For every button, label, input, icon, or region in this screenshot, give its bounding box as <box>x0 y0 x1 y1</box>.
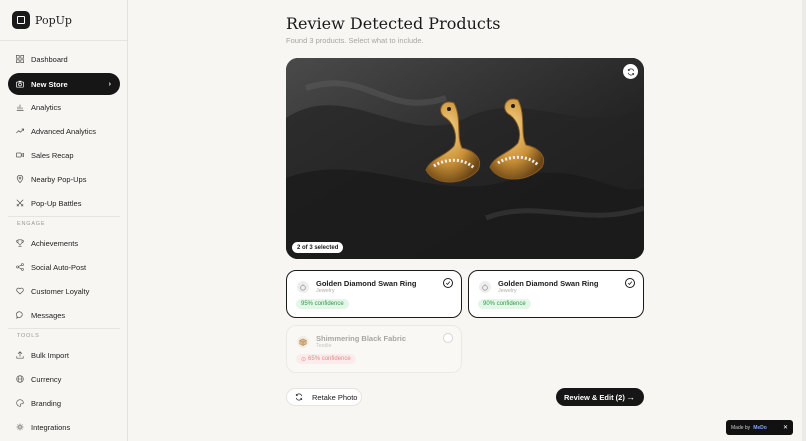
medo-logo: MeDo <box>753 424 767 431</box>
review-label: Review & Edit (2) <box>564 392 625 402</box>
sidebar-item-label: Bulk Import <box>31 350 69 360</box>
close-icon[interactable]: ✕ <box>783 424 788 431</box>
sidebar-item-customer-loyalty[interactable]: Customer Loyalty <box>8 280 120 302</box>
sidebar-item-pop-up-battles[interactable]: Pop-Up Battles <box>8 192 120 214</box>
divider <box>8 328 120 329</box>
sidebar-item-label: Nearby Pop-Ups <box>31 174 87 184</box>
share-icon <box>16 263 24 271</box>
page-title: Review Detected Products <box>286 14 501 33</box>
product-name: Shimmering Black Fabric <box>316 334 407 343</box>
sidebar-item-label: Messages <box>31 310 66 320</box>
scrollbar[interactable] <box>802 0 806 441</box>
sidebar-item-label: Sales Recap <box>31 150 74 160</box>
warning-icon: ⊙ <box>301 356 307 363</box>
trophy-icon <box>16 239 24 247</box>
confidence-text: 65% confidence <box>308 356 351 362</box>
sidebar-item-label: Currency <box>31 374 62 384</box>
made-by-badge[interactable]: Made by MeDo ✕ <box>726 420 793 435</box>
sidebar: PopUp Dashboard New Store › Analytics Ad… <box>0 0 128 441</box>
sidebar-item-bulk-import[interactable]: Bulk Import <box>8 344 120 366</box>
camera-icon <box>16 80 24 88</box>
made-by-text: Made by <box>731 424 751 431</box>
brand[interactable]: PopUp <box>0 0 127 41</box>
store-logo-icon <box>12 11 30 29</box>
product-card[interactable]: Golden Diamond Swan Ring Jewelry 95% con… <box>286 270 462 318</box>
chat-icon <box>16 311 24 319</box>
selected-check-icon[interactable] <box>443 278 453 288</box>
sidebar-item-integrations[interactable]: Integrations <box>8 416 120 438</box>
selected-check-icon[interactable] <box>625 278 635 288</box>
sidebar-item-currency[interactable]: Currency <box>8 368 120 390</box>
sidebar-item-label: Pop-Up Battles <box>31 198 82 208</box>
sidebar-item-messages[interactable]: Messages <box>8 304 120 326</box>
heart-icon <box>16 287 24 295</box>
confidence-badge: 90% confidence <box>478 299 531 309</box>
arrow-right-icon: → <box>626 392 635 402</box>
upload-icon <box>16 351 24 359</box>
chevron-right-icon: › <box>108 80 111 88</box>
box-thumbnail-icon <box>297 336 309 348</box>
plug-icon <box>16 423 24 431</box>
product-card[interactable]: Golden Diamond Swan Ring Jewelry 90% con… <box>468 270 644 318</box>
product-name: Golden Diamond Swan Ring <box>498 279 599 288</box>
palette-icon <box>16 399 24 407</box>
swords-icon <box>16 199 24 207</box>
section-label-tools: TOOLS <box>17 333 40 339</box>
product-category: Textile <box>316 343 332 349</box>
retake-label: Retake Photo <box>312 392 358 402</box>
product-name: Golden Diamond Swan Ring <box>316 279 417 288</box>
map-pin-icon <box>16 175 24 183</box>
section-label-engage: ENGAGE <box>17 221 46 227</box>
refresh-icon <box>627 68 634 75</box>
review-edit-button[interactable]: Review & Edit (2) → <box>556 388 644 406</box>
unselected-checkbox[interactable] <box>443 333 453 343</box>
selection-count-badge: 2 of 3 selected <box>292 242 344 253</box>
divider <box>8 216 120 217</box>
sidebar-item-label: Analytics <box>31 102 62 112</box>
bar-chart-icon <box>16 103 24 111</box>
sidebar-item-advanced-analytics[interactable]: Advanced Analytics <box>8 120 120 142</box>
sidebar-item-analytics[interactable]: Analytics <box>8 96 120 118</box>
refresh-icon <box>295 393 303 401</box>
fabric-and-earrings-image <box>286 58 644 259</box>
sidebar-item-label: Social Auto-Post <box>31 262 87 272</box>
sidebar-item-new-store[interactable]: New Store › <box>8 73 120 95</box>
confidence-badge: 95% confidence <box>296 299 349 309</box>
sidebar-item-label: Achievements <box>31 238 79 248</box>
product-photo <box>286 58 644 259</box>
sidebar-item-achievements[interactable]: Achievements <box>8 232 120 254</box>
sidebar-item-label: Customer Loyalty <box>31 286 90 296</box>
retake-photo-button[interactable]: Retake Photo <box>286 388 362 406</box>
sidebar-item-nearby-pop-ups[interactable]: Nearby Pop-Ups <box>8 168 120 190</box>
trend-icon <box>16 127 24 135</box>
sidebar-item-dashboard[interactable]: Dashboard <box>8 48 120 70</box>
page-subtitle: Found 3 products. Select what to include… <box>286 36 424 45</box>
refresh-photo-button[interactable] <box>623 64 638 79</box>
sidebar-item-label: Integrations <box>31 422 71 432</box>
brand-name: PopUp <box>35 13 72 27</box>
product-card[interactable]: Shimmering Black Fabric Textile ⊙ 65% con… <box>286 325 462 373</box>
ring-thumbnail-icon <box>479 281 491 293</box>
video-icon <box>16 151 24 159</box>
sidebar-item-label: New Store <box>31 79 68 89</box>
confidence-badge: ⊙ 65% confidence <box>296 354 356 364</box>
ring-thumbnail-icon <box>297 281 309 293</box>
sidebar-item-sales-recap[interactable]: Sales Recap <box>8 144 120 166</box>
sidebar-item-label: Advanced Analytics <box>31 126 97 136</box>
globe-icon <box>16 375 24 383</box>
sidebar-item-social-auto-post[interactable]: Social Auto-Post <box>8 256 120 278</box>
grid-icon <box>16 55 24 63</box>
product-category: Jewelry <box>316 288 335 294</box>
sidebar-item-label: Branding <box>31 398 62 408</box>
product-category: Jewelry <box>498 288 517 294</box>
sidebar-item-branding[interactable]: Branding <box>8 392 120 414</box>
sidebar-item-label: Dashboard <box>31 54 68 64</box>
